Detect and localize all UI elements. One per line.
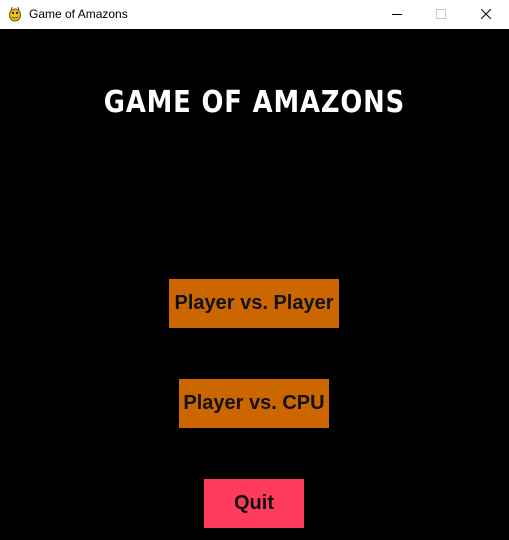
game-title: GAME OF AMAZONS <box>103 85 406 120</box>
app-window: Game of Amazons GAME OF AMAZONS Player v… <box>0 0 509 540</box>
minimize-button[interactable] <box>374 0 420 29</box>
quit-button[interactable]: Quit <box>204 479 304 528</box>
maximize-button[interactable] <box>418 0 464 29</box>
minimize-icon <box>392 6 402 24</box>
pygame-snake-icon <box>8 6 22 22</box>
close-button[interactable] <box>463 0 509 29</box>
window-title: Game of Amazons <box>29 7 128 21</box>
game-canvas: GAME OF AMAZONS Player vs. Player Player… <box>0 29 509 540</box>
player-vs-player-button[interactable]: Player vs. Player <box>169 279 339 328</box>
player-vs-cpu-button[interactable]: Player vs. CPU <box>179 379 329 428</box>
close-icon <box>480 6 492 24</box>
maximize-icon <box>436 6 446 24</box>
title-bar[interactable]: Game of Amazons <box>0 0 509 29</box>
